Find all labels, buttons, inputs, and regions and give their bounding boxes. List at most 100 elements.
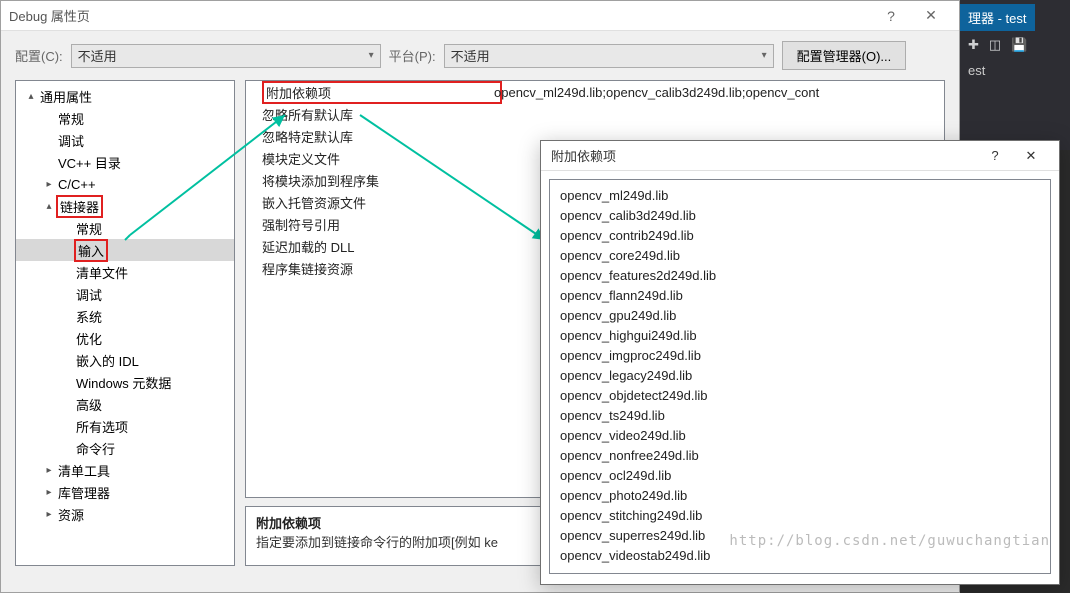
tree-item[interactable]: Windows 元数据: [16, 371, 234, 393]
dependency-line[interactable]: opencv_contrib249d.lib: [560, 226, 1040, 246]
tree-item[interactable]: ▸库管理器: [16, 481, 234, 503]
tree-item[interactable]: 嵌入的 IDL: [16, 349, 234, 371]
tree-item[interactable]: ▸资源: [16, 503, 234, 525]
tree-item-label: C/C++: [56, 177, 98, 192]
tree-item-label: 通用属性: [38, 87, 94, 106]
tree-item-label: 系统: [74, 307, 104, 326]
grid-key: 嵌入托管资源文件: [246, 193, 486, 212]
tree-item-label: 常规: [74, 219, 104, 238]
dependency-line[interactable]: opencv_stitching249d.lib: [560, 506, 1040, 526]
tree-item[interactable]: 清单文件: [16, 261, 234, 283]
tree-item[interactable]: 输入: [16, 239, 234, 261]
new-icon: ◫: [989, 37, 1001, 53]
help-button[interactable]: ?: [871, 1, 911, 31]
dependency-line[interactable]: opencv_features2d249d.lib: [560, 266, 1040, 286]
tree-item-label: 调试: [56, 131, 86, 150]
expand-icon[interactable]: ▸: [42, 179, 56, 190]
tree-item[interactable]: 调试: [16, 283, 234, 305]
close-button[interactable]: ✕: [911, 1, 951, 31]
popup-textarea[interactable]: opencv_ml249d.libopencv_calib3d249d.libo…: [549, 179, 1051, 574]
dependency-line[interactable]: opencv_calib3d249d.lib: [560, 206, 1040, 226]
dependency-line[interactable]: opencv_photo249d.lib: [560, 486, 1040, 506]
background-ide: 理器 - test ✚ ◫ 💾 est: [960, 0, 1070, 150]
edit-popup: 附加依赖项 ? ✕ opencv_ml249d.libopencv_calib3…: [540, 140, 1060, 585]
tree-item[interactable]: 常规: [16, 107, 234, 129]
tree-item[interactable]: ▴通用属性: [16, 85, 234, 107]
config-row: 配置(C): 不适用 平台(P): 不适用 配置管理器(O)...: [1, 31, 959, 80]
expand-icon[interactable]: ▴: [24, 91, 38, 102]
tree-item-label: 清单文件: [74, 263, 130, 282]
tree-item[interactable]: 系统: [16, 305, 234, 327]
grid-key: 将模块添加到程序集: [246, 171, 486, 190]
dependency-line[interactable]: opencv_videostab249d.lib: [560, 546, 1040, 566]
popup-close-button[interactable]: ✕: [1013, 141, 1049, 171]
watermark: http://blog.csdn.net/guwuchangtian: [729, 533, 1050, 549]
add-icon: ✚: [968, 37, 979, 53]
dependency-line[interactable]: opencv_ts249d.lib: [560, 406, 1040, 426]
grid-row[interactable]: 附加依赖项opencv_ml249d.lib;opencv_calib3d249…: [246, 81, 944, 103]
dependency-line[interactable]: opencv_imgproc249d.lib: [560, 346, 1040, 366]
tree-item-label: 链接器: [56, 195, 103, 218]
grid-key: 强制符号引用: [246, 215, 486, 234]
popup-help-button[interactable]: ?: [977, 141, 1013, 171]
tree-item-label: 调试: [74, 285, 104, 304]
expand-icon[interactable]: ▴: [42, 201, 56, 212]
grid-key: 程序集链接资源: [246, 259, 486, 278]
config-manager-button[interactable]: 配置管理器(O)...: [782, 41, 907, 70]
tree-item-label: VC++ 目录: [56, 153, 123, 172]
tree-item-label: Windows 元数据: [74, 373, 173, 392]
tree-item-label: 所有选项: [74, 417, 130, 436]
tree-item[interactable]: 调试: [16, 129, 234, 151]
config-select[interactable]: 不适用: [71, 44, 381, 68]
dependency-line[interactable]: opencv_objdetect249d.lib: [560, 386, 1040, 406]
dialog-title: Debug 属性页: [9, 6, 871, 25]
popup-title: 附加依赖项: [551, 146, 977, 165]
dependency-line[interactable]: opencv_core249d.lib: [560, 246, 1040, 266]
titlebar: Debug 属性页 ? ✕: [1, 1, 959, 31]
dependency-line[interactable]: opencv_ml249d.lib: [560, 186, 1040, 206]
grid-value[interactable]: opencv_ml249d.lib;opencv_calib3d249d.lib…: [486, 85, 944, 100]
tree-item[interactable]: 命令行: [16, 437, 234, 459]
tree-item-label: 库管理器: [56, 483, 112, 502]
platform-label: 平台(P):: [389, 46, 436, 65]
dependency-line[interactable]: opencv_nonfree249d.lib: [560, 446, 1040, 466]
dependency-line[interactable]: opencv_legacy249d.lib: [560, 366, 1040, 386]
dependency-line[interactable]: opencv_video249d.lib: [560, 426, 1040, 446]
popup-titlebar: 附加依赖项 ? ✕: [541, 141, 1059, 171]
dependency-line[interactable]: opencv_gpu249d.lib: [560, 306, 1040, 326]
grid-key: 忽略所有默认库: [246, 105, 486, 124]
expand-icon[interactable]: ▸: [42, 465, 56, 476]
config-label: 配置(C):: [15, 46, 63, 65]
tree-item-label: 资源: [56, 505, 86, 524]
dependency-line[interactable]: opencv_highgui249d.lib: [560, 326, 1040, 346]
tree-item[interactable]: VC++ 目录: [16, 151, 234, 173]
tree-panel[interactable]: ▴通用属性常规调试VC++ 目录▸C/C++▴链接器常规输入清单文件调试系统优化…: [15, 80, 235, 566]
ide-toolbar: ✚ ◫ 💾: [960, 31, 1070, 59]
expand-icon[interactable]: ▸: [42, 487, 56, 498]
grid-row[interactable]: 忽略所有默认库: [246, 103, 944, 125]
tree-item[interactable]: 所有选项: [16, 415, 234, 437]
grid-key: 模块定义文件: [246, 149, 486, 168]
tree-item-label: 嵌入的 IDL: [74, 351, 141, 370]
dependency-line[interactable]: opencv_flann249d.lib: [560, 286, 1040, 306]
tree-item[interactable]: 优化: [16, 327, 234, 349]
ide-tab: 理器 - test: [960, 4, 1035, 31]
tree-item[interactable]: 常规: [16, 217, 234, 239]
tree-item[interactable]: ▸C/C++: [16, 173, 234, 195]
ide-text: est: [960, 59, 1070, 82]
tree-item[interactable]: 高级: [16, 393, 234, 415]
tree-item[interactable]: ▴链接器: [16, 195, 234, 217]
grid-key: 忽略特定默认库: [246, 127, 486, 146]
tree-item-label: 清单工具: [56, 461, 112, 480]
save-icon: 💾: [1011, 37, 1027, 53]
platform-select[interactable]: 不适用: [444, 44, 774, 68]
expand-icon[interactable]: ▸: [42, 509, 56, 520]
tree-item-label: 输入: [74, 239, 108, 262]
tree-item-label: 命令行: [74, 439, 117, 458]
tree-item[interactable]: ▸清单工具: [16, 459, 234, 481]
tree-item-label: 常规: [56, 109, 86, 128]
tree-item-label: 高级: [74, 395, 104, 414]
grid-key: 延迟加载的 DLL: [246, 237, 486, 256]
tree-item-label: 优化: [74, 329, 104, 348]
dependency-line[interactable]: opencv_ocl249d.lib: [560, 466, 1040, 486]
